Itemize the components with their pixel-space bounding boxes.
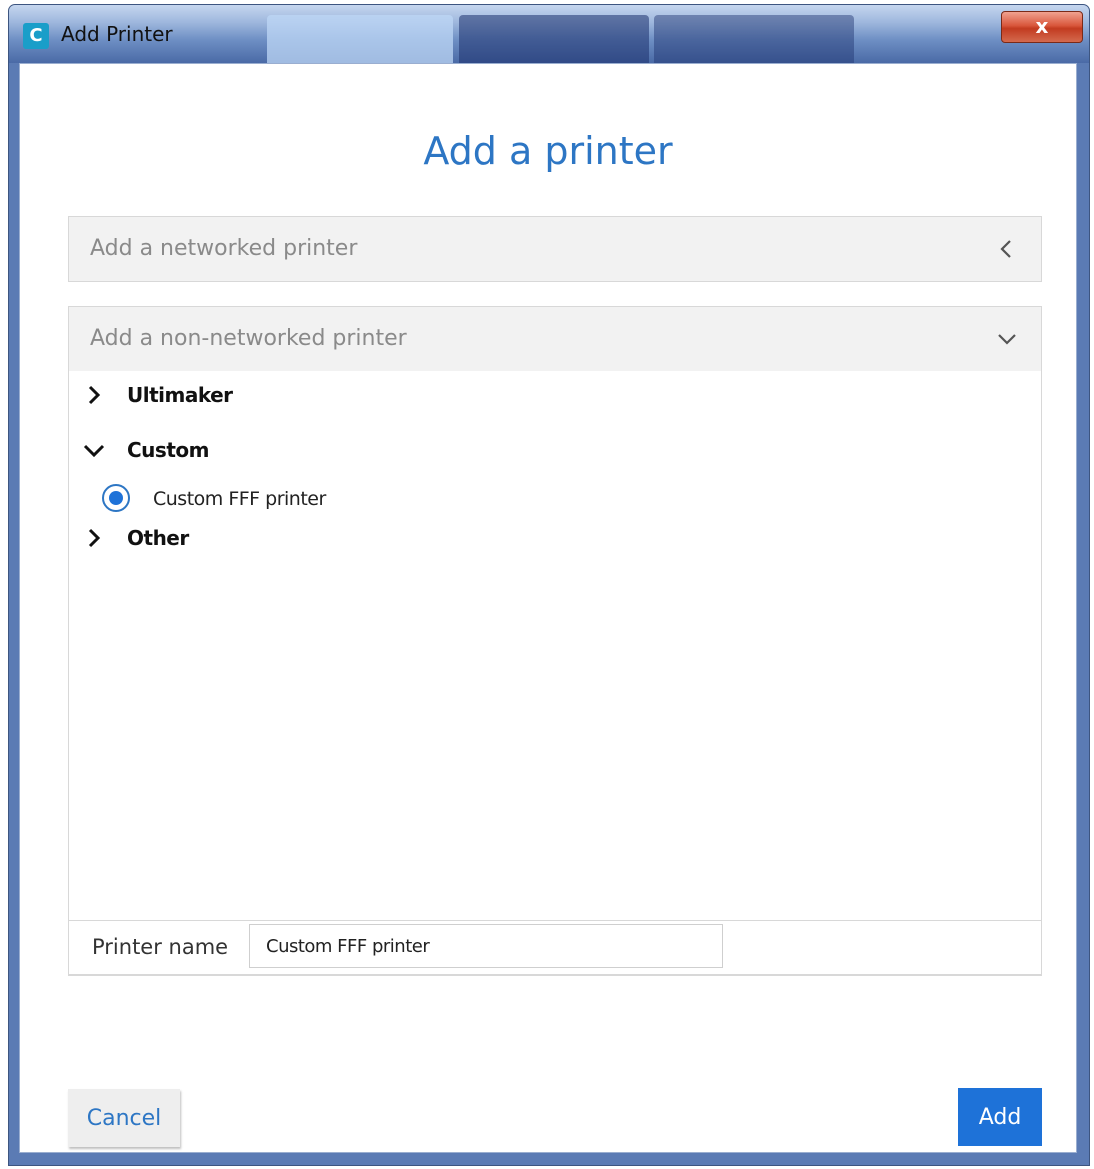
background-tab xyxy=(654,15,854,63)
title-bar[interactable]: C Add Printer x xyxy=(9,5,1089,63)
radio-selected-icon[interactable] xyxy=(101,483,131,513)
chevron-left-icon xyxy=(1000,240,1011,258)
tree-group-label: Other xyxy=(127,526,189,550)
networked-printer-section-header[interactable]: Add a networked printer xyxy=(68,216,1042,282)
background-tab xyxy=(459,15,649,63)
tree-group-label: Custom xyxy=(127,438,209,462)
chevron-right-icon xyxy=(88,528,101,548)
printer-name-row: Printer name xyxy=(68,920,1042,975)
printer-name-label: Printer name xyxy=(92,935,229,959)
printer-name-input[interactable] xyxy=(249,924,723,968)
tree-group-label: Ultimaker xyxy=(127,383,233,407)
chevron-down-icon xyxy=(998,334,1016,345)
networked-printer-label: Add a networked printer xyxy=(90,236,358,261)
chevron-down-icon xyxy=(83,444,105,458)
non-networked-printer-label: Add a non-networked printer xyxy=(90,326,407,351)
add-printer-window: C Add Printer x Add a printer Add a netw… xyxy=(8,4,1090,1166)
chevron-right-icon xyxy=(88,385,101,405)
add-button[interactable]: Add xyxy=(958,1088,1042,1146)
cura-app-icon: C xyxy=(23,23,49,49)
close-button[interactable]: x xyxy=(1001,11,1083,43)
non-networked-printer-section-header[interactable]: Add a non-networked printer xyxy=(68,306,1042,372)
printer-option-label: Custom FFF printer xyxy=(153,488,326,510)
page-title: Add a printer xyxy=(423,129,673,173)
dialog-content: Add a printer Add a networked printer Ad… xyxy=(19,63,1077,1153)
background-tab xyxy=(267,15,453,63)
cancel-button[interactable]: Cancel xyxy=(68,1089,180,1147)
window-title: Add Printer xyxy=(61,22,173,46)
printer-tree-list[interactable]: Ultimaker Custom Custom FFF printer Othe… xyxy=(68,371,1042,976)
